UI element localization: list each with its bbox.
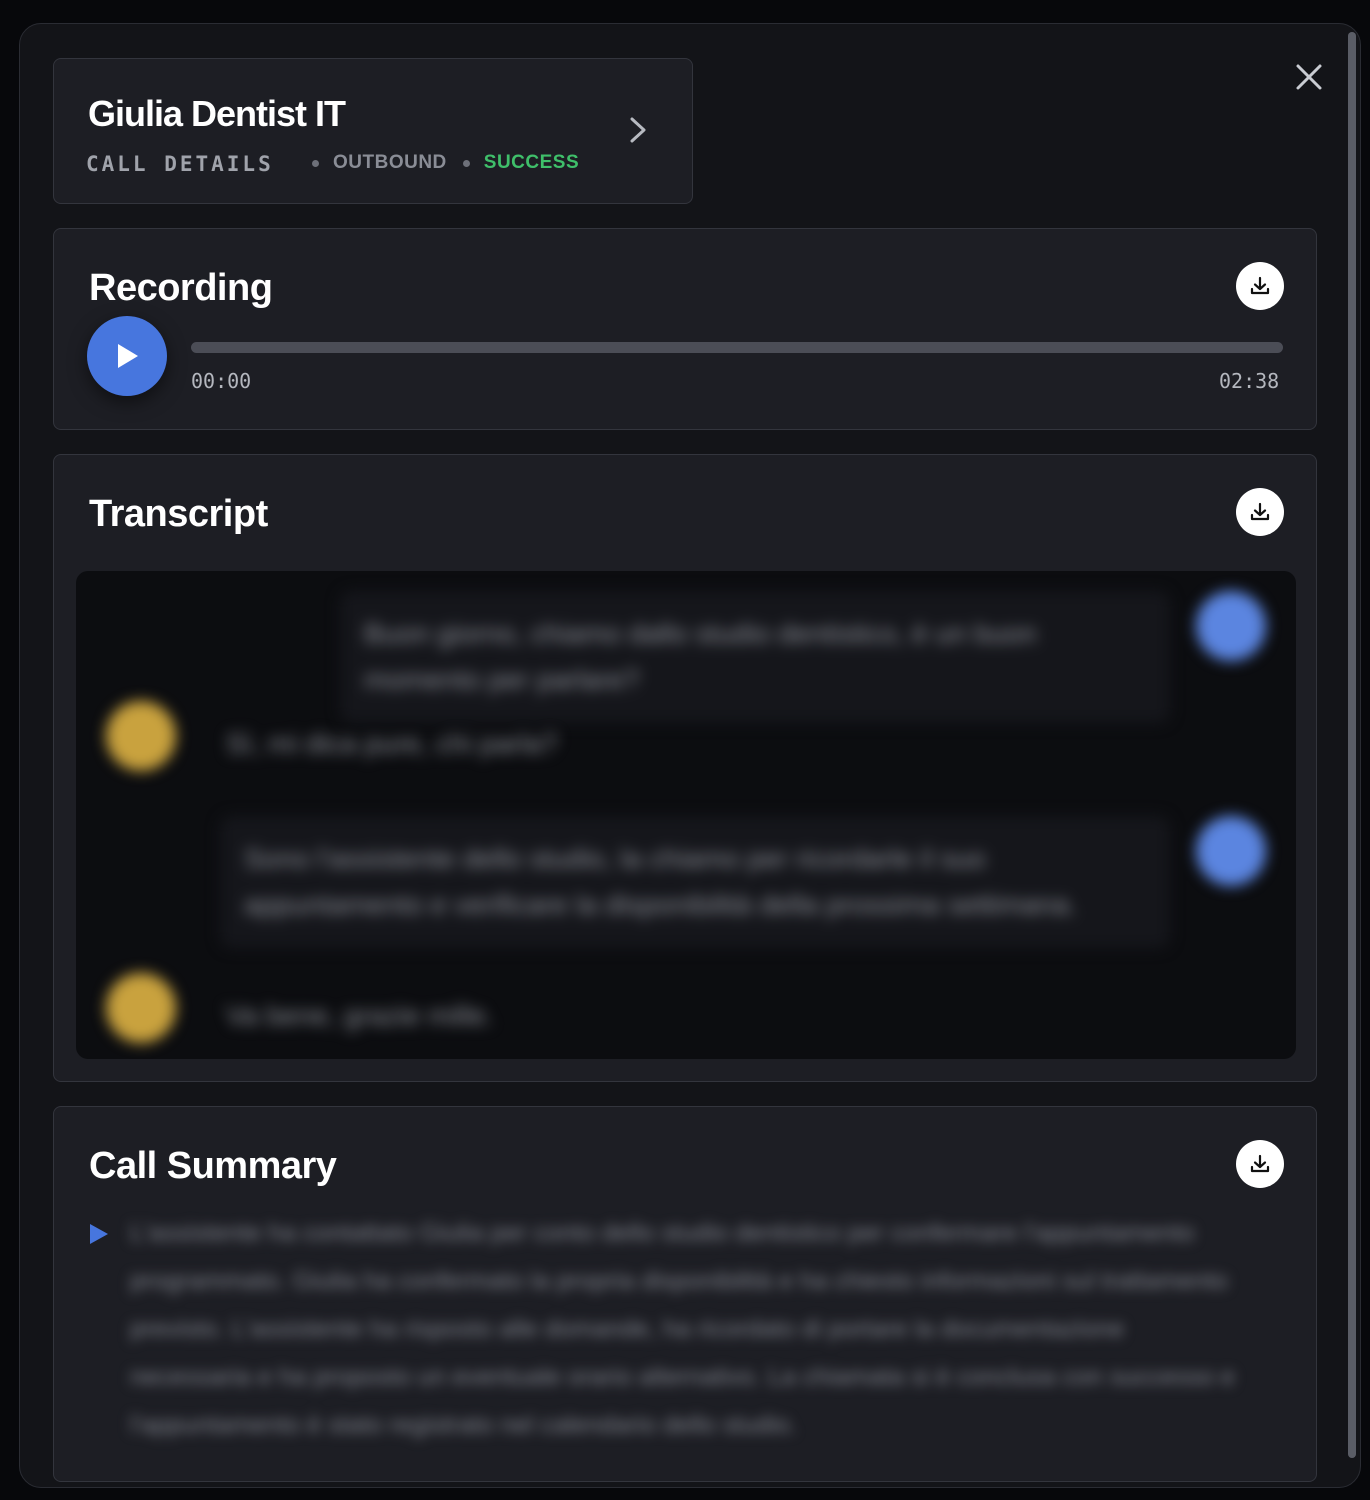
- transcript-card: Transcript Buon giorno, chiamo dallo stu…: [53, 454, 1317, 1082]
- separator-dot: [312, 159, 319, 167]
- close-button[interactable]: [1294, 62, 1324, 92]
- download-icon: [1250, 502, 1270, 521]
- message-text: Sono l'assistente dello studio, la chiam…: [220, 816, 1170, 948]
- call-direction: OUTBOUND: [333, 152, 447, 173]
- transcript-title: Transcript: [89, 493, 268, 535]
- call-title: Giulia Dentist IT: [88, 93, 346, 134]
- play-icon: [118, 344, 138, 368]
- transcript-message-agent: Sono l'assistente dello studio, la chiam…: [206, 816, 1266, 948]
- download-summary-button[interactable]: [1236, 1140, 1284, 1188]
- transcript-message-user: Va bene, grazie mille.: [106, 973, 806, 1059]
- transcript-message-user: Sì, mi dica pure, chi parla?: [106, 701, 806, 787]
- chevron-right-icon: [630, 117, 646, 143]
- user-avatar: [106, 973, 176, 1043]
- download-icon: [1250, 276, 1270, 295]
- separator-dot: [462, 159, 470, 167]
- close-icon: [1296, 64, 1322, 90]
- call-summary-card: Call Summary L'assistente ha contattato …: [53, 1106, 1317, 1482]
- audio-progress-bar[interactable]: [191, 342, 1283, 353]
- recording-card: Recording 00:00 02:38: [53, 228, 1317, 430]
- play-button[interactable]: [87, 316, 167, 396]
- call-details-label: CALL DETAILS: [86, 152, 274, 176]
- download-recording-button[interactable]: [1236, 262, 1284, 310]
- current-time: 00:00: [191, 369, 252, 393]
- call-details-modal: Giulia Dentist IT CALL DETAILS OUTBOUND …: [19, 23, 1361, 1488]
- message-text: Sì, mi dica pure, chi parla?: [226, 728, 558, 759]
- total-duration: 02:38: [1219, 369, 1280, 393]
- call-status-badge: SUCCESS: [483, 152, 580, 173]
- scrollbar-thumb[interactable]: [1348, 32, 1356, 1458]
- message-text: Va bene, grazie mille.: [226, 1000, 494, 1031]
- download-icon: [1250, 1154, 1270, 1173]
- call-summary-text: L'assistente ha contattato Giulia per co…: [130, 1219, 1235, 1439]
- call-summary-title: Call Summary: [89, 1145, 337, 1187]
- recording-title: Recording: [89, 267, 273, 309]
- agent-avatar: [1196, 816, 1266, 886]
- expand-summary-icon[interactable]: [88, 1222, 110, 1246]
- user-avatar: [106, 701, 176, 771]
- agent-avatar: [1196, 591, 1266, 661]
- download-transcript-button[interactable]: [1236, 488, 1284, 536]
- call-meta: OUTBOUND SUCCESS: [312, 152, 579, 174]
- transcript-scroll-area[interactable]: Buon giorno, chiamo dallo studio dentist…: [76, 571, 1296, 1059]
- call-header-card[interactable]: Giulia Dentist IT CALL DETAILS OUTBOUND …: [53, 58, 693, 204]
- modal-scrollbar[interactable]: [1348, 32, 1356, 1458]
